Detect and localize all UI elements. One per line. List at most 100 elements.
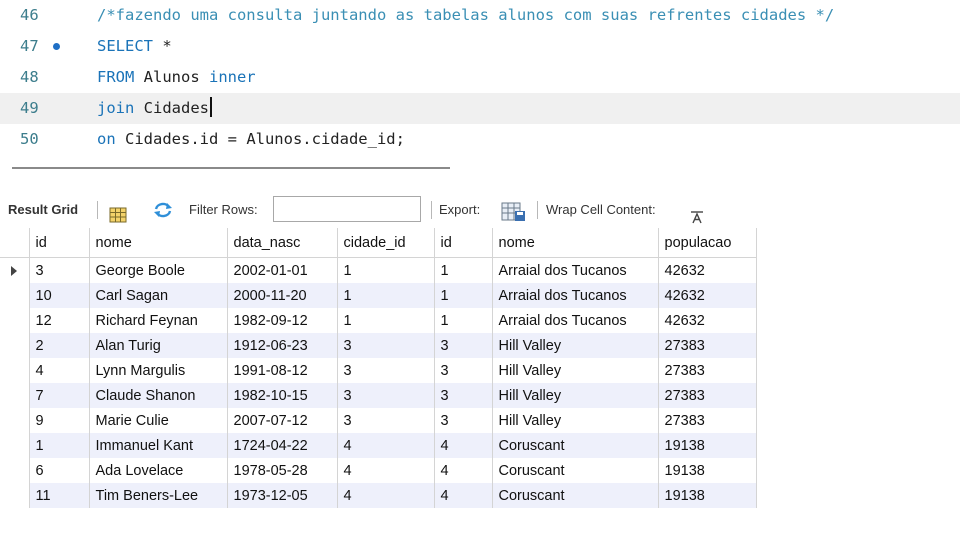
table-cell[interactable]: 27383 [658,358,757,383]
table-cell[interactable]: 1 [434,257,493,283]
table-cell[interactable]: 1982-10-15 [227,383,338,408]
table-row[interactable]: 2 Alan Turig 1912-06-23 3 3 Hill Valley 27383 [0,333,757,358]
table-cell[interactable]: 1 [434,308,493,333]
table-cell[interactable]: 3 [337,408,435,433]
row-selector[interactable] [0,383,30,408]
table-row[interactable]: 4 Lynn Margulis 1991-08-12 3 3 Hill Valley 273… [0,358,757,383]
table-cell[interactable]: Claude Shanon [89,383,228,408]
table-cell[interactable]: 12 [29,308,90,333]
table-cell[interactable]: Ada Lovelace [89,458,228,483]
table-cell[interactable]: 2007-07-12 [227,408,338,433]
table-cell[interactable]: 4 [337,433,435,458]
table-cell[interactable]: 2 [29,333,90,358]
table-cell[interactable]: Hill Valley [492,358,659,383]
table-row[interactable]: 6 Ada Lovelace 1978-05-28 4 4 Coruscant 19138 [0,458,757,483]
table-row[interactable]: 11 Tim Beners-Lee 1973-12-05 4 4 Coruscant 191… [0,483,757,508]
code-text[interactable]: join Cidades [97,93,212,124]
code-line[interactable]: 47 SELECT * [0,31,960,62]
table-cell[interactable]: Coruscant [492,483,659,508]
table-cell[interactable]: 1912-06-23 [227,333,338,358]
table-cell[interactable]: Alan Turig [89,333,228,358]
result-grid-tab[interactable]: Result Grid [8,193,78,227]
table-cell[interactable]: Marie Culie [89,408,228,433]
row-selector[interactable] [0,433,30,458]
row-selector[interactable] [0,283,30,308]
row-selector[interactable] [0,333,30,358]
table-cell[interactable]: 3 [434,408,493,433]
table-cell[interactable]: 4 [434,433,493,458]
grid-layout-icon[interactable] [109,202,127,223]
row-selector[interactable] [0,408,30,433]
table-cell[interactable]: 27383 [658,333,757,358]
table-cell[interactable]: 11 [29,483,90,508]
code-text[interactable]: SELECT * [97,31,172,62]
row-selector[interactable] [0,483,30,508]
table-row[interactable]: 9 Marie Culie 2007-07-12 3 3 Hill Valley 27383 [0,408,757,433]
code-text[interactable]: FROM Alunos inner [97,62,256,93]
table-cell[interactable]: 4 [29,358,90,383]
table-cell[interactable]: 2002-01-01 [227,257,338,283]
table-cell[interactable]: 1724-04-22 [227,433,338,458]
table-cell[interactable]: 1 [337,283,435,308]
table-cell[interactable]: 6 [29,458,90,483]
table-cell[interactable]: 3 [337,333,435,358]
table-cell[interactable]: 3 [434,358,493,383]
column-header[interactable]: populacao [658,228,757,258]
editor-horizontal-scrollbar[interactable] [12,167,450,169]
column-header[interactable]: nome [492,228,659,258]
column-header[interactable]: data_nasc [227,228,338,258]
column-header[interactable]: id [434,228,493,258]
table-cell[interactable]: 1 [29,433,90,458]
table-row[interactable]: 3 George Boole 2002-01-01 1 1 Arraial dos Tuc… [0,257,757,283]
result-grid-table[interactable]: id nome data_nasc cidade_id id nome popu… [0,228,757,508]
row-selector[interactable] [0,458,30,483]
table-cell[interactable]: Lynn Margulis [89,358,228,383]
table-cell[interactable]: 27383 [658,408,757,433]
table-cell[interactable]: 3 [29,257,90,283]
table-cell[interactable]: 42632 [658,283,757,308]
filter-rows-input[interactable] [273,196,421,222]
breakpoint-dot-icon[interactable] [53,43,60,50]
code-line[interactable]: 49 join Cidades [0,93,960,124]
code-text[interactable]: on Cidades.id = Alunos.cidade_id; [97,124,405,155]
table-cell[interactable]: Immanuel Kant [89,433,228,458]
table-cell[interactable]: 1 [337,257,435,283]
table-cell[interactable]: 7 [29,383,90,408]
table-cell[interactable]: 1 [434,283,493,308]
column-header[interactable]: id [29,228,90,258]
table-cell[interactable]: Hill Valley [492,408,659,433]
column-header[interactable]: nome [89,228,228,258]
table-cell[interactable]: 3 [337,358,435,383]
table-cell[interactable]: Hill Valley [492,383,659,408]
table-cell[interactable]: 27383 [658,383,757,408]
code-line[interactable]: 46 /*fazendo uma consulta juntando as tab… [0,0,960,31]
table-cell[interactable]: 3 [434,333,493,358]
row-selector[interactable] [0,308,30,333]
table-cell[interactable]: 1973-12-05 [227,483,338,508]
table-cell[interactable]: 19138 [658,483,757,508]
code-text[interactable]: /*fazendo uma consulta juntando as tabel… [97,0,834,31]
table-cell[interactable]: 3 [337,383,435,408]
table-cell[interactable]: 3 [434,383,493,408]
table-cell[interactable]: George Boole [89,257,228,283]
table-cell[interactable]: 4 [337,483,435,508]
table-cell[interactable]: 1 [337,308,435,333]
table-cell[interactable]: 1978-05-28 [227,458,338,483]
refresh-icon[interactable] [152,201,174,219]
table-cell[interactable]: 19138 [658,433,757,458]
table-cell[interactable]: Arraial dos Tucanos [492,257,659,283]
table-cell[interactable]: Arraial dos Tucanos [492,283,659,308]
code-line[interactable]: 50 on Cidades.id = Alunos.cidade_id; [0,124,960,155]
table-row[interactable]: 1 Immanuel Kant 1724-04-22 4 4 Coruscant 19138 [0,433,757,458]
table-cell[interactable]: Coruscant [492,458,659,483]
table-cell[interactable]: 4 [434,458,493,483]
table-cell[interactable]: 2000-11-20 [227,283,338,308]
table-cell[interactable]: 19138 [658,458,757,483]
table-cell[interactable]: Carl Sagan [89,283,228,308]
table-cell[interactable]: 9 [29,408,90,433]
table-cell[interactable]: 42632 [658,257,757,283]
table-row[interactable]: 10 Carl Sagan 2000-11-20 1 1 Arraial dos Tuca… [0,283,757,308]
table-cell[interactable]: Coruscant [492,433,659,458]
code-line[interactable]: 48 FROM Alunos inner [0,62,960,93]
row-selector[interactable] [0,358,30,383]
